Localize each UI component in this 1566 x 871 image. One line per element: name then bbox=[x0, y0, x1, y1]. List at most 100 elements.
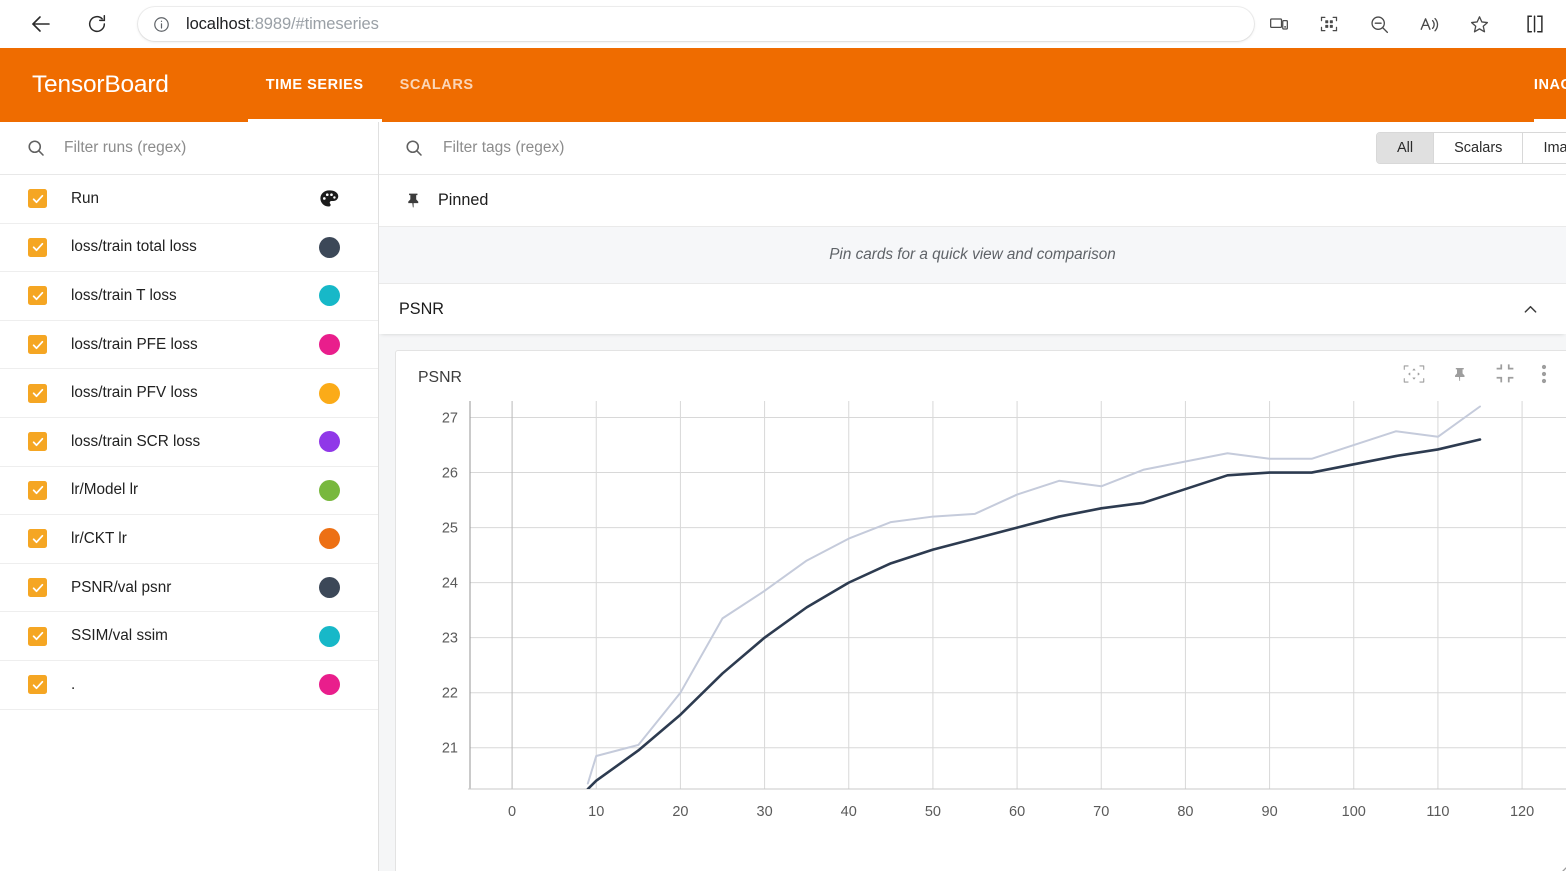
run-checkbox[interactable] bbox=[28, 383, 47, 403]
zoom-out-icon[interactable] bbox=[1362, 7, 1396, 41]
run-checkbox[interactable] bbox=[28, 529, 47, 549]
browser-toolbar-icons bbox=[1262, 7, 1552, 41]
run-item[interactable]: lr/Model lr bbox=[0, 467, 378, 516]
svg-text:27: 27 bbox=[442, 411, 458, 427]
fullscreen-icon[interactable] bbox=[1495, 364, 1515, 384]
run-header-checkbox[interactable] bbox=[28, 189, 47, 209]
search-icon bbox=[404, 138, 424, 158]
chart-gridlines bbox=[468, 401, 1566, 790]
run-header-row[interactable]: Run bbox=[0, 175, 378, 224]
chart-series-group bbox=[586, 405, 1482, 789]
run-item[interactable]: loss/train T loss bbox=[0, 272, 378, 321]
svg-text:90: 90 bbox=[1262, 804, 1278, 820]
split-screen-icon[interactable] bbox=[1518, 7, 1552, 41]
tag-filter-input[interactable]: Filter tags (regex) bbox=[443, 139, 1376, 157]
app-tabs: TIME SERIES SCALARS bbox=[247, 48, 492, 122]
filter-all-button[interactable]: All bbox=[1376, 133, 1435, 163]
run-color-swatch[interactable] bbox=[319, 431, 340, 453]
run-color-swatch[interactable] bbox=[319, 285, 340, 307]
run-checkbox[interactable] bbox=[28, 432, 47, 452]
resize-handle-icon[interactable] bbox=[1553, 867, 1566, 871]
fit-domain-icon[interactable] bbox=[1403, 364, 1425, 384]
back-button[interactable] bbox=[24, 7, 58, 41]
run-color-swatch[interactable] bbox=[319, 382, 340, 404]
run-color-swatch[interactable] bbox=[319, 625, 340, 647]
run-filter-field[interactable]: Filter runs (regex) bbox=[0, 122, 378, 175]
run-item[interactable]: loss/train SCR loss bbox=[0, 418, 378, 467]
svg-text:21: 21 bbox=[442, 741, 458, 757]
chart-card-toolbar bbox=[1403, 364, 1547, 384]
cards-area: PSNR 21 22 23 24 25 26 27 0 10 20 30 40 … bbox=[379, 334, 1566, 871]
tab-time-series[interactable]: TIME SERIES bbox=[247, 48, 382, 122]
chart-card-title: PSNR bbox=[418, 369, 462, 386]
run-color-swatch[interactable] bbox=[319, 334, 340, 356]
favorite-star-icon[interactable] bbox=[1462, 7, 1496, 41]
url-path: :8989/#timeseries bbox=[250, 14, 379, 33]
pin-icon[interactable] bbox=[1451, 365, 1469, 384]
svg-text:0: 0 bbox=[508, 804, 516, 820]
run-checkbox[interactable] bbox=[28, 237, 47, 257]
read-aloud-icon[interactable] bbox=[1412, 7, 1446, 41]
run-item[interactable]: PSNR/val psnr bbox=[0, 564, 378, 613]
run-color-swatch[interactable] bbox=[319, 528, 340, 550]
run-item[interactable]: loss/train PFV loss bbox=[0, 369, 378, 418]
main-pane: Filter tags (regex) All Scalars Images P… bbox=[379, 122, 1566, 871]
run-checkbox[interactable] bbox=[28, 286, 47, 306]
svg-text:23: 23 bbox=[442, 631, 458, 647]
run-checkbox[interactable] bbox=[28, 675, 47, 695]
run-checkbox[interactable] bbox=[28, 578, 47, 598]
reload-icon bbox=[86, 13, 108, 35]
svg-text:30: 30 bbox=[757, 804, 773, 820]
run-label: . bbox=[71, 675, 76, 693]
run-label: SSIM/val ssim bbox=[71, 627, 168, 645]
filter-images-button[interactable]: Images bbox=[1523, 133, 1566, 163]
run-color-swatch[interactable] bbox=[319, 577, 340, 599]
run-checkbox[interactable] bbox=[28, 626, 47, 646]
svg-text:60: 60 bbox=[1009, 804, 1025, 820]
run-filter-placeholder: Filter runs (regex) bbox=[64, 139, 187, 156]
browser-toolbar: localhost:8989/#timeseries bbox=[0, 0, 1566, 48]
run-color-swatch[interactable] bbox=[319, 236, 340, 258]
run-item[interactable]: lr/CKT lr bbox=[0, 515, 378, 564]
run-label: loss/train total loss bbox=[71, 238, 197, 256]
app-header: TensorBoard TIME SERIES SCALARS INACTIVE bbox=[0, 48, 1566, 122]
chart-x-axis-labels: 0 10 20 30 40 50 60 70 80 90 100 110 120 bbox=[508, 804, 1534, 820]
run-checkbox[interactable] bbox=[28, 335, 47, 355]
run-header-label: Run bbox=[71, 189, 100, 207]
run-checkbox[interactable] bbox=[28, 480, 47, 500]
section-header-psnr[interactable]: PSNR bbox=[379, 284, 1566, 334]
reload-button[interactable] bbox=[80, 7, 114, 41]
run-label: lr/Model lr bbox=[71, 481, 139, 499]
run-label: loss/train T loss bbox=[71, 286, 177, 304]
app-logo: TensorBoard bbox=[32, 71, 169, 98]
address-bar[interactable]: localhost:8989/#timeseries bbox=[138, 7, 1254, 41]
run-item[interactable]: loss/train total loss bbox=[0, 224, 378, 273]
svg-text:120: 120 bbox=[1510, 804, 1534, 820]
run-item[interactable]: SSIM/val ssim bbox=[0, 612, 378, 661]
svg-text:10: 10 bbox=[588, 804, 604, 820]
section-title: PSNR bbox=[399, 299, 444, 318]
svg-text:20: 20 bbox=[672, 804, 688, 820]
svg-text:26: 26 bbox=[442, 466, 458, 482]
pinned-section-header[interactable]: Pinned bbox=[379, 175, 1566, 227]
device-cast-icon[interactable] bbox=[1262, 7, 1296, 41]
tab-inactive[interactable]: INACTIVE bbox=[1522, 48, 1566, 122]
tensorboard-app: TensorBoard TIME SERIES SCALARS INACTIVE… bbox=[0, 48, 1566, 871]
qr-code-icon[interactable] bbox=[1312, 7, 1346, 41]
run-label: loss/train PFV loss bbox=[71, 384, 198, 402]
run-item[interactable]: . bbox=[0, 661, 378, 710]
tab-scalars[interactable]: SCALARS bbox=[382, 48, 492, 122]
run-item[interactable]: loss/train PFE loss bbox=[0, 321, 378, 370]
psnr-line-chart[interactable]: 21 22 23 24 25 26 27 0 10 20 30 40 50 60 70 80 90 100 110… bbox=[396, 393, 1566, 849]
pin-icon bbox=[404, 191, 423, 210]
url-text: localhost:8989/#timeseries bbox=[186, 15, 379, 34]
run-color-swatch[interactable] bbox=[319, 674, 340, 696]
filter-scalars-button[interactable]: Scalars bbox=[1434, 133, 1524, 163]
palette-icon[interactable] bbox=[318, 188, 340, 210]
run-label: loss/train PFE loss bbox=[71, 335, 198, 353]
run-color-swatch[interactable] bbox=[319, 479, 340, 501]
info-circle-icon[interactable] bbox=[152, 15, 170, 33]
chevron-up-icon[interactable] bbox=[1521, 300, 1540, 319]
svg-text:25: 25 bbox=[442, 521, 458, 537]
more-options-icon[interactable] bbox=[1541, 364, 1547, 384]
